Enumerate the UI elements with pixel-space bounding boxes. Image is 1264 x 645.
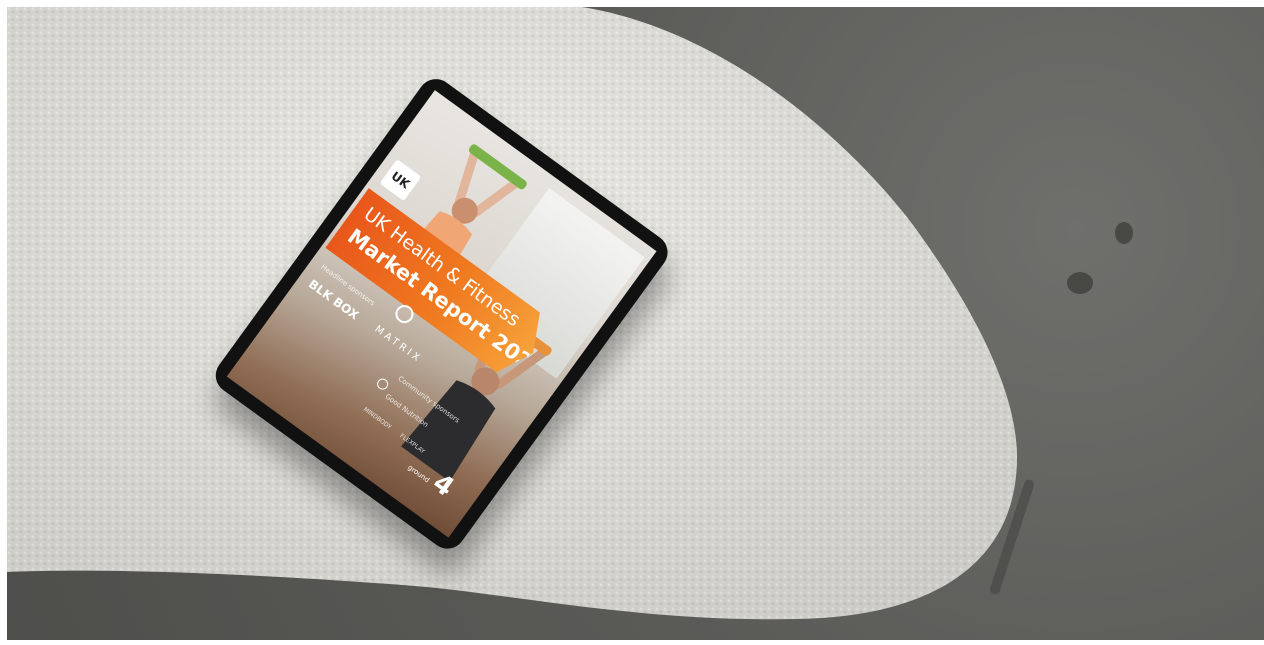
sponsor-matrix: MATRIX bbox=[372, 323, 424, 366]
boucle-cushion bbox=[7, 7, 1017, 620]
photo-scene: UK UK Health & Fitness Market Report 202… bbox=[7, 7, 1264, 640]
good-nutrition-logo-icon bbox=[374, 376, 391, 392]
